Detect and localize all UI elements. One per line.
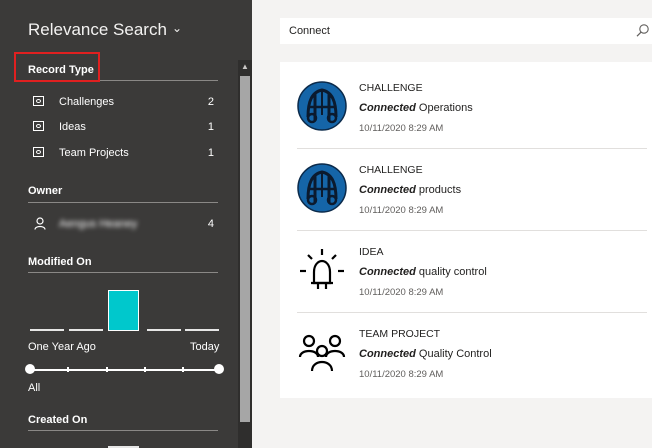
date-range-slider[interactable] bbox=[29, 369, 219, 371]
slider-handle-end[interactable] bbox=[214, 364, 224, 374]
slider-handle-start[interactable] bbox=[25, 364, 35, 374]
match-highlight: Connected bbox=[359, 348, 416, 360]
result-type: TEAM PROJECT bbox=[359, 328, 441, 340]
search-box[interactable]: Connect bbox=[280, 18, 652, 44]
range-end-label: Today bbox=[190, 341, 220, 353]
record-type-icon bbox=[33, 96, 44, 106]
scroll-up-icon[interactable]: ▲ bbox=[239, 62, 251, 72]
owner-heading: Owner bbox=[28, 185, 63, 197]
result-item[interactable]: TEAM PROJECT Connected Quality Control 1… bbox=[280, 310, 652, 392]
divider bbox=[28, 202, 218, 203]
result-item[interactable]: IDEA Connected quality control 10/11/202… bbox=[280, 228, 652, 310]
slider-tick bbox=[144, 367, 146, 372]
facet-label: Ideas bbox=[59, 121, 86, 133]
result-type: CHALLENGE bbox=[359, 164, 423, 176]
annotation-highlight-box bbox=[14, 52, 100, 82]
facet-team-projects[interactable]: Team Projects 1 bbox=[28, 145, 218, 163]
person-icon bbox=[34, 217, 46, 230]
result-title-rest: Operations bbox=[415, 102, 473, 114]
range-value-label: All bbox=[28, 382, 41, 394]
histogram-bar-selected[interactable] bbox=[108, 290, 139, 331]
results-list: CHALLENGE Connected Operations 10/11/202… bbox=[280, 62, 652, 398]
histogram-bar[interactable] bbox=[185, 329, 219, 331]
facet-label: Challenges bbox=[59, 96, 115, 108]
owner-name: Aengus Heaney bbox=[59, 218, 138, 230]
result-title[interactable]: Connected quality control bbox=[359, 266, 487, 278]
facet-label: Team Projects bbox=[59, 147, 129, 159]
divider bbox=[28, 272, 218, 273]
slider-tick bbox=[67, 367, 69, 372]
result-title[interactable]: Connected products bbox=[359, 184, 461, 196]
result-item[interactable]: CHALLENGE Connected Operations 10/11/202… bbox=[280, 64, 652, 146]
scrollbar-thumb[interactable] bbox=[240, 76, 250, 422]
challenge-logo-icon bbox=[297, 81, 347, 131]
search-input[interactable]: Connect bbox=[289, 25, 330, 37]
lightbulb-icon bbox=[300, 249, 344, 289]
histogram-bar[interactable] bbox=[147, 329, 181, 331]
team-icon bbox=[298, 334, 346, 372]
search-icon[interactable] bbox=[635, 23, 650, 38]
result-title[interactable]: Connected Operations bbox=[359, 102, 473, 114]
filter-sidebar: Relevance Search ⌄ Record Type Challenge… bbox=[0, 0, 252, 448]
result-date: 10/11/2020 8:29 AM bbox=[359, 369, 444, 380]
result-date: 10/11/2020 8:29 AM bbox=[359, 205, 444, 216]
sidebar-title: Relevance Search bbox=[28, 20, 167, 39]
facet-count: 2 bbox=[207, 96, 214, 108]
created-on-heading: Created On bbox=[28, 414, 88, 426]
histogram-bar[interactable] bbox=[69, 329, 103, 331]
result-date: 10/11/2020 8:29 AM bbox=[359, 287, 444, 298]
result-title-rest: products bbox=[415, 184, 462, 196]
result-type: CHALLENGE bbox=[359, 82, 423, 94]
match-highlight: Connected bbox=[359, 102, 416, 114]
facet-owner[interactable]: Aengus Heaney 4 bbox=[28, 216, 218, 234]
slider-tick bbox=[106, 367, 108, 372]
slider-tick bbox=[182, 367, 184, 372]
record-type-icon bbox=[33, 121, 44, 131]
facet-challenges[interactable]: Challenges 2 bbox=[28, 94, 218, 112]
histogram-bar[interactable] bbox=[30, 329, 64, 331]
facet-count: 1 bbox=[207, 121, 214, 133]
challenge-logo-icon bbox=[297, 163, 347, 213]
result-title-rest: Quality Control bbox=[415, 348, 492, 360]
record-type-icon bbox=[33, 147, 44, 157]
facet-ideas[interactable]: Ideas 1 bbox=[28, 119, 218, 137]
range-start-label: One Year Ago bbox=[28, 341, 96, 353]
result-title-rest: quality control bbox=[415, 266, 487, 278]
match-highlight: Connected bbox=[359, 266, 416, 278]
modified-on-heading: Modified On bbox=[28, 256, 92, 268]
result-title[interactable]: Connected Quality Control bbox=[359, 348, 492, 360]
result-date: 10/11/2020 8:29 AM bbox=[359, 123, 444, 134]
divider bbox=[28, 430, 218, 431]
result-type: IDEA bbox=[359, 246, 384, 258]
facet-count: 1 bbox=[207, 147, 214, 159]
chevron-down-icon[interactable]: ⌄ bbox=[172, 21, 182, 35]
facet-count: 4 bbox=[207, 218, 214, 230]
result-item[interactable]: CHALLENGE Connected products 10/11/2020 … bbox=[280, 146, 652, 228]
match-highlight: Connected bbox=[359, 184, 416, 196]
